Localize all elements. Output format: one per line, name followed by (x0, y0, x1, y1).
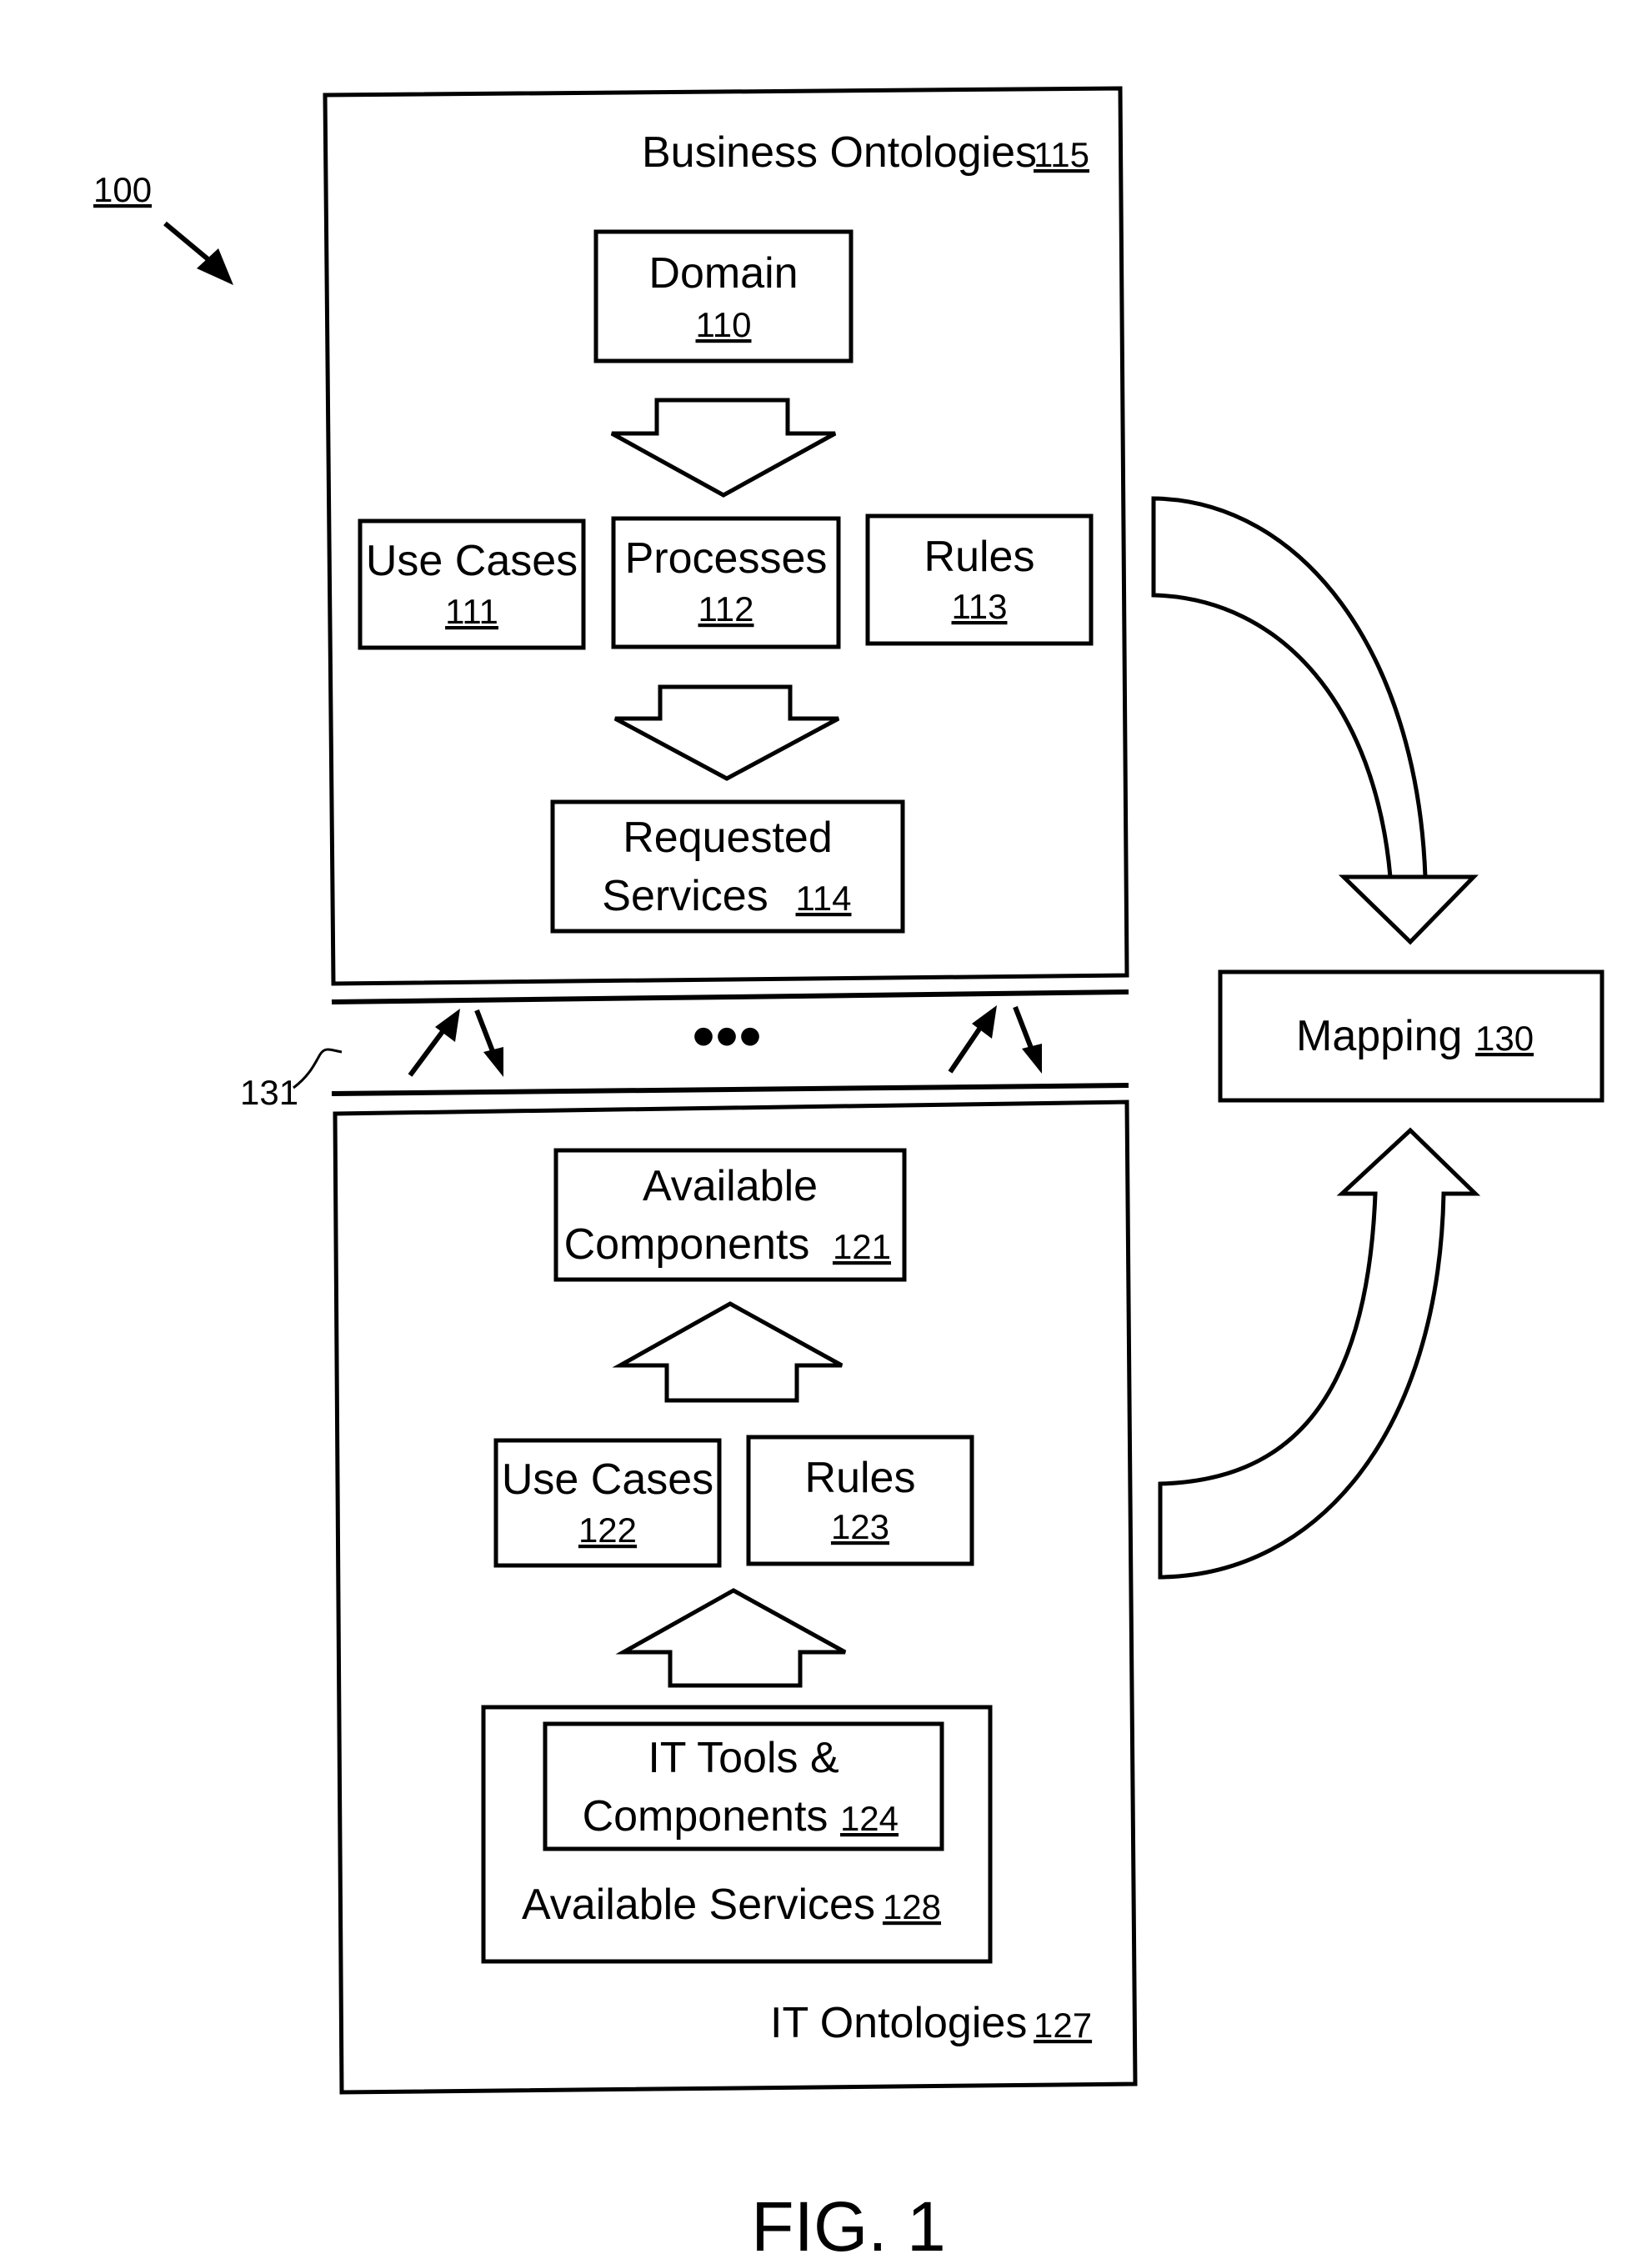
curved-arrow-up-icon (1158, 1127, 1481, 1580)
available-components-line1: Available (643, 1162, 818, 1210)
interface-line-bottom (331, 1083, 1129, 1096)
interface-arrows-left (408, 1009, 503, 1077)
ontology-diagram: 100 Business Ontologies 115 Domain 110 U… (93, 86, 1604, 2259)
processes-label: Processes (625, 534, 828, 583)
it-tools-line1: IT Tools & (648, 1734, 839, 1782)
rules-123-ref: 123 (831, 1507, 889, 1546)
interface-arrows-right (948, 1005, 1042, 1074)
ellipsis: ••• (692, 999, 762, 1073)
rules-113-label: Rules (924, 533, 1035, 581)
interface-ref: 131 (240, 1073, 298, 1112)
figure-caption: FIG. 1 (751, 2187, 945, 2259)
domain-ref: 110 (696, 305, 752, 344)
available-services-label: Available Services (522, 1881, 875, 1929)
requested-services-line2: Services (602, 872, 768, 920)
mapping-ref: 130 (1475, 1019, 1534, 1058)
requested-services-line1: Requested (623, 814, 833, 862)
domain-label: Domain (648, 249, 798, 298)
use-cases-122-label: Use Cases (502, 1455, 713, 1504)
it-tools-line2: Components (583, 1792, 829, 1841)
it-ontologies-title: IT Ontologies (770, 1999, 1027, 2047)
use-cases-111-label: Use Cases (366, 537, 578, 585)
use-cases-122-ref: 122 (578, 1510, 637, 1550)
interface-leader-line (293, 1048, 343, 1089)
figure-ref: 100 (93, 170, 152, 209)
figure-pointer-arrow (163, 221, 233, 285)
available-services-ref: 128 (883, 1887, 941, 1926)
available-components-ref: 121 (833, 1227, 891, 1266)
rules-113-ref: 113 (952, 587, 1008, 626)
it-tools-ref: 124 (840, 1799, 899, 1838)
processes-ref: 112 (698, 589, 754, 629)
it-ontologies-ref: 127 (1034, 2006, 1092, 2045)
use-cases-111-ref: 111 (445, 592, 498, 631)
requested-services-ref: 114 (796, 879, 852, 918)
mapping-label: Mapping (1296, 1012, 1462, 1060)
business-ontologies-title: Business Ontologies (642, 128, 1037, 177)
business-ontologies-ref: 115 (1034, 135, 1089, 174)
available-components-line2: Components (564, 1220, 810, 1269)
curved-arrow-down-icon (1151, 496, 1479, 945)
rules-123-label: Rules (805, 1454, 916, 1502)
